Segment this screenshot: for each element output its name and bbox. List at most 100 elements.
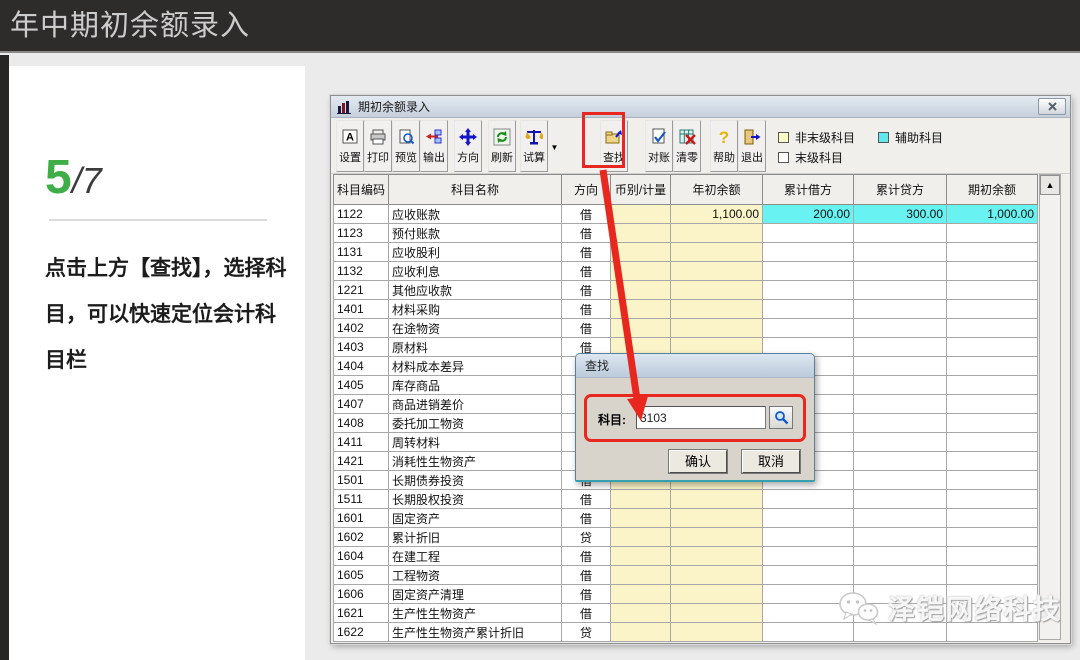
cell-opening[interactable] [947,376,1038,395]
cell-cum-debit[interactable] [763,509,854,528]
cell-name[interactable]: 长期债券投资 [389,471,562,490]
cell-opening[interactable] [947,528,1038,547]
cell-year-begin[interactable] [671,319,763,338]
cell-opening[interactable] [947,490,1038,509]
cell-code[interactable]: 1604 [334,547,389,566]
cell-cum-credit[interactable] [854,566,947,585]
cell-cum-credit[interactable] [854,300,947,319]
cell-cum-credit[interactable] [854,414,947,433]
cell-year-begin[interactable] [671,566,763,585]
confirm-button[interactable]: 确认 [669,450,727,473]
cell-name[interactable]: 商品进销差价 [389,395,562,414]
cell-currency[interactable] [611,300,671,319]
cell-name[interactable]: 固定资产 [389,509,562,528]
cell-cum-debit[interactable] [763,319,854,338]
cell-code[interactable]: 1401 [334,300,389,319]
cell-code[interactable]: 1605 [334,566,389,585]
cell-code[interactable]: 1511 [334,490,389,509]
cell-code[interactable]: 1407 [334,395,389,414]
cell-opening[interactable] [947,319,1038,338]
toolbar-button-export[interactable]: 输出 [420,120,448,172]
cell-code[interactable]: 1421 [334,452,389,471]
cell-code[interactable]: 1602 [334,528,389,547]
cell-year-begin[interactable] [671,243,763,262]
cell-code[interactable]: 1621 [334,604,389,623]
cell-year-begin[interactable] [671,547,763,566]
cell-name[interactable]: 累计折旧 [389,528,562,547]
cell-direction[interactable]: 借 [562,547,611,566]
cell-name[interactable]: 在建工程 [389,547,562,566]
cell-name[interactable]: 在途物资 [389,319,562,338]
cell-opening[interactable] [947,414,1038,433]
cell-currency[interactable] [611,319,671,338]
cell-cum-credit[interactable] [854,319,947,338]
table-row[interactable]: 1602累计折旧贷 [334,528,1038,547]
cell-code[interactable]: 1402 [334,319,389,338]
cell-opening[interactable] [947,262,1038,281]
cell-direction[interactable]: 借 [562,490,611,509]
cell-cum-credit[interactable] [854,471,947,490]
cell-name[interactable]: 库存商品 [389,376,562,395]
cell-direction[interactable]: 借 [562,281,611,300]
table-row[interactable]: 1401材料采购借 [334,300,1038,319]
cell-currency[interactable] [611,528,671,547]
table-row[interactable]: 1122应收账款借1,100.00200.00300.001,000.00 [334,205,1038,224]
cell-name[interactable]: 材料成本差异 [389,357,562,376]
cell-currency[interactable] [611,623,671,642]
toolbar-button-direction[interactable]: 方向 [454,120,482,172]
cell-opening[interactable] [947,224,1038,243]
cell-cum-credit[interactable] [854,224,947,243]
cell-direction[interactable]: 借 [562,585,611,604]
cell-direction[interactable]: 借 [562,566,611,585]
cell-currency[interactable] [611,604,671,623]
cell-opening[interactable] [947,338,1038,357]
cell-cum-debit[interactable] [763,224,854,243]
cell-code[interactable]: 1411 [334,433,389,452]
table-row[interactable]: 1131应收股利借 [334,243,1038,262]
cell-year-begin[interactable] [671,262,763,281]
cell-year-begin[interactable] [671,224,763,243]
cell-direction[interactable]: 贷 [562,623,611,642]
cell-direction[interactable]: 借 [562,300,611,319]
table-row[interactable]: 1605工程物资借 [334,566,1038,585]
cell-name[interactable]: 消耗性生物资产 [389,452,562,471]
cell-name[interactable]: 应收股利 [389,243,562,262]
cell-direction[interactable]: 借 [562,205,611,224]
cell-currency[interactable] [611,224,671,243]
cell-cum-credit[interactable]: 300.00 [854,205,947,224]
cell-direction[interactable]: 借 [562,224,611,243]
cell-opening[interactable] [947,509,1038,528]
cell-opening[interactable] [947,433,1038,452]
cell-code[interactable]: 1221 [334,281,389,300]
cell-cum-credit[interactable] [854,490,947,509]
toolbar-button-reconcile[interactable]: 对账 [645,120,673,172]
cell-code[interactable]: 1601 [334,509,389,528]
cell-name[interactable]: 材料采购 [389,300,562,319]
vertical-scrollbar[interactable]: ▲ [1039,174,1061,640]
cell-cum-credit[interactable] [854,243,947,262]
cell-cum-credit[interactable] [854,338,947,357]
cell-name[interactable]: 生产性生物资产累计折旧 [389,623,562,642]
table-row[interactable]: 1123预付账款借 [334,224,1038,243]
cancel-button[interactable]: 取消 [742,450,800,473]
cell-code[interactable]: 1123 [334,224,389,243]
scroll-up-button[interactable]: ▲ [1040,175,1060,195]
cell-code[interactable]: 1606 [334,585,389,604]
table-row[interactable]: 1511长期股权投资借 [334,490,1038,509]
cell-cum-debit[interactable] [763,243,854,262]
cell-currency[interactable] [611,490,671,509]
cell-currency[interactable] [611,509,671,528]
cell-cum-debit[interactable] [763,490,854,509]
cell-cum-credit[interactable] [854,547,947,566]
cell-year-begin[interactable] [671,300,763,319]
cell-cum-credit[interactable] [854,262,947,281]
cell-cum-debit[interactable] [763,281,854,300]
cell-cum-credit[interactable] [854,433,947,452]
cell-cum-debit[interactable] [763,262,854,281]
close-button[interactable] [1038,98,1066,115]
cell-cum-debit[interactable]: 200.00 [763,205,854,224]
cell-year-begin[interactable] [671,604,763,623]
cell-currency[interactable] [611,547,671,566]
cell-opening[interactable] [947,243,1038,262]
cell-code[interactable]: 1132 [334,262,389,281]
